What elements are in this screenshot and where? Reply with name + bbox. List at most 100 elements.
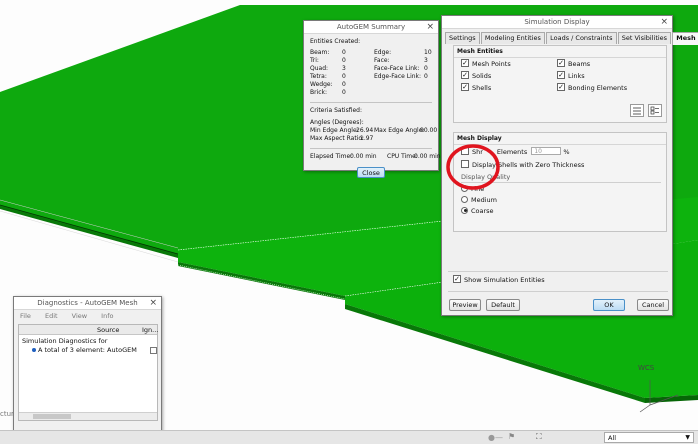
shells-label: Shells [472, 84, 492, 92]
status-indicator-icon[interactable]: ●— [488, 433, 503, 442]
stat-label2: Edge-Face Link: [374, 73, 422, 80]
info-dot-icon [32, 348, 36, 352]
cancel-button[interactable]: Cancel [637, 299, 669, 311]
select-all-icon[interactable] [630, 104, 644, 117]
stats-row: Beam: 0 Edge: 10 [310, 49, 432, 57]
min-edge-label: Min Edge Angle: [310, 127, 359, 134]
menu-info[interactable]: Info [101, 312, 113, 320]
filter-value: All [608, 434, 617, 442]
mesh-points-label: Mesh Points [472, 60, 511, 68]
shrink-unit: % [563, 148, 570, 156]
filter-select[interactable]: All ▼ [604, 432, 694, 443]
bonding-elements-checkbox[interactable]: ✓ Bonding Elements [557, 83, 627, 93]
shrink-input[interactable]: 10 [531, 147, 562, 155]
tab-set-visibilities[interactable]: Set Visibilities [617, 32, 672, 44]
tab-loads-constraints[interactable]: Loads / Constraints [546, 32, 617, 44]
selection-icon[interactable]: ⛶ [536, 432, 542, 442]
diag-titlebar[interactable]: Diagnostics - AutoGEM Mesh × [14, 297, 161, 310]
max-edge-value: 90.00 [420, 127, 438, 134]
summary-titlebar[interactable]: AutoGEM Summary × [304, 21, 438, 34]
simdisp-tabs: Settings Modeling Entities Loads / Const… [445, 32, 698, 45]
menu-view[interactable]: View [72, 312, 87, 320]
simdisp-titlebar[interactable]: Simulation Display × [442, 16, 672, 29]
elapsed-value: 0.00 min [350, 153, 377, 160]
diag-row-text: A total of 3 element: AutoGEM [38, 346, 137, 354]
stat-value2: 3 [424, 57, 428, 64]
ok-button[interactable]: OK [593, 299, 625, 311]
show-sim-label: Show Simulation Entities [464, 276, 545, 284]
stat-value: 0 [342, 57, 346, 64]
summary-title: AutoGEM Summary [336, 23, 406, 31]
diag-menubar: File Edit View Info [14, 310, 161, 322]
stats-row: Quad: 3 Face-Face Link: 0 [310, 65, 432, 73]
scrollbar-thumb[interactable] [33, 414, 71, 419]
stat-label: Brick: [310, 89, 328, 96]
stat-value2: 0 [424, 73, 428, 80]
deselect-all-icon[interactable] [648, 104, 662, 117]
close-icon[interactable]: × [426, 21, 434, 34]
links-checkbox[interactable]: ✓ Links [557, 71, 585, 81]
checkbox-checked-icon: ✓ [461, 71, 469, 79]
checkbox-checked-icon: ✓ [557, 71, 565, 79]
diag-list[interactable]: Source Ign... Simulation Diagnostics for… [18, 324, 158, 421]
diag-row-item[interactable]: A total of 3 element: AutoGEM [22, 346, 157, 355]
close-icon[interactable]: × [149, 297, 157, 310]
stats-row: Brick: 0 [310, 89, 432, 97]
checkbox-checked-icon: ✓ [461, 83, 469, 91]
coarse-label: Coarse [471, 207, 494, 215]
simdisp-title: Simulation Display [524, 18, 590, 26]
col-ign[interactable]: Ign... [142, 326, 158, 334]
stat-value2: 0 [424, 65, 428, 72]
beams-checkbox[interactable]: ✓ Beams [557, 59, 590, 69]
links-label: Links [568, 72, 585, 80]
max-aspect-label: Max Aspect Ratio: [310, 135, 365, 142]
summary-stats: Beam: 0 Edge: 10 Tri: 0 Face: 3 Quad: 3 Face-Face … [310, 49, 432, 97]
stat-label2: Face: [374, 57, 390, 64]
stats-row: Tetra: 0 Edge-Face Link: 0 [310, 73, 432, 81]
stat-label: Tri: [310, 57, 319, 64]
quality-coarse-radio[interactable]: Coarse [461, 206, 494, 216]
angles-label: Angles (Degrees): [310, 119, 364, 126]
status-bar: ●— ⚑ ⛶ All ▼ [0, 430, 698, 444]
cpu-value: 0.00 min [414, 153, 441, 160]
shells-checkbox[interactable]: ✓ Shells [461, 83, 492, 93]
checkbox-checked-icon: ✓ [557, 83, 565, 91]
radio-icon [461, 195, 468, 203]
stat-value: 0 [342, 73, 346, 80]
tab-modeling-entities[interactable]: Modeling Entities [480, 32, 545, 44]
chevron-down-icon: ▼ [685, 434, 690, 441]
stats-row: Tri: 0 Face: 3 [310, 57, 432, 65]
stat-label: Beam: [310, 49, 330, 56]
preview-button[interactable]: Preview [449, 299, 481, 311]
stat-value: 0 [342, 49, 346, 56]
flag-icon[interactable]: ⚑ [508, 432, 515, 441]
close-button[interactable]: Close [357, 167, 385, 178]
quality-medium-radio[interactable]: Medium [461, 195, 497, 205]
radio-selected-icon [461, 206, 468, 214]
default-button[interactable]: Default [486, 299, 520, 311]
min-edge-value: 26.94 [356, 127, 374, 134]
mesh-entities-group: Mesh Entities ✓ Mesh Points ✓ Beams ✓ Solid… [453, 45, 667, 123]
show-simulation-entities-checkbox[interactable]: ✓ Show Simulation Entities [453, 275, 545, 285]
close-icon[interactable]: × [660, 16, 668, 29]
diag-header: Source Ign... [19, 325, 158, 335]
zero-thickness-label-b: Shells with Zero Thickness [498, 161, 585, 169]
checkbox-checked-icon: ✓ [453, 275, 461, 283]
menu-edit[interactable]: Edit [45, 312, 58, 320]
diag-row-header[interactable]: Simulation Diagnostics for [22, 337, 154, 346]
ignore-checkbox[interactable] [150, 347, 157, 354]
col-source[interactable]: Source [97, 326, 119, 334]
mesh-points-checkbox[interactable]: ✓ Mesh Points [461, 59, 511, 69]
simulation-display-dialog: Simulation Display × Settings Modeling E… [441, 15, 698, 316]
checkbox-checked-icon: ✓ [557, 59, 565, 67]
menu-file[interactable]: File [20, 312, 31, 320]
tab-mesh[interactable]: Mesh [672, 32, 698, 45]
solids-checkbox[interactable]: ✓ Solids [461, 71, 491, 81]
stat-label2: Face-Face Link: [374, 65, 420, 72]
elapsed-label: Elapsed Time: [310, 153, 353, 160]
tab-settings[interactable]: Settings [445, 32, 480, 44]
medium-label: Medium [471, 196, 497, 204]
horizontal-scrollbar[interactable] [19, 412, 157, 420]
stat-value: 0 [342, 89, 346, 96]
stat-label: Tetra: [310, 73, 327, 80]
